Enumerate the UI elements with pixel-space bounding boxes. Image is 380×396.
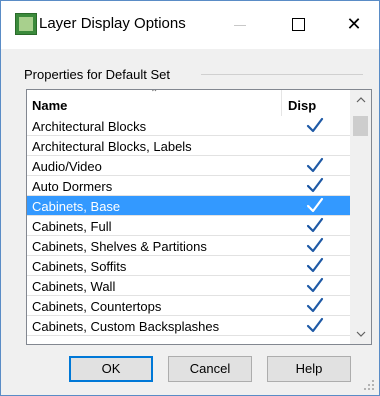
minimize-icon bbox=[234, 25, 246, 26]
scroll-down-icon[interactable] bbox=[350, 324, 371, 344]
list-item[interactable]: Cabinets, Shelves & Partitions bbox=[27, 236, 350, 256]
column-header-disp-label: Disp bbox=[288, 98, 317, 113]
layer-name: Cabinets, Full bbox=[32, 219, 112, 234]
list-item[interactable]: Cabinets, Custom Backsplashes bbox=[27, 316, 350, 336]
column-header-disp[interactable]: Disp bbox=[282, 90, 350, 116]
group-divider bbox=[201, 74, 363, 75]
layer-name: Cabinets, Shelves & Partitions bbox=[32, 239, 207, 254]
layer-name: Architectural Blocks, Labels bbox=[32, 139, 192, 154]
list-rows: Architectural Blocks Architectural Blocks… bbox=[27, 116, 350, 336]
layer-name: Cabinets, Wall bbox=[32, 279, 116, 294]
layer-name: Cabinets, Base bbox=[32, 199, 121, 214]
column-header-name[interactable]: ⌃ Name bbox=[27, 90, 282, 116]
list-item[interactable]: Cabinets, Countertops bbox=[27, 296, 350, 316]
maximize-icon bbox=[292, 18, 305, 31]
checkmark-icon[interactable] bbox=[305, 277, 325, 295]
close-icon: ✕ bbox=[346, 14, 362, 34]
help-button[interactable]: Help bbox=[267, 356, 351, 382]
checkmark-icon[interactable] bbox=[305, 157, 325, 175]
checkmark-icon[interactable] bbox=[305, 197, 325, 215]
list-item[interactable]: Cabinets, Soffits bbox=[27, 256, 350, 276]
column-header-name-label: Name bbox=[32, 98, 68, 113]
layer-name: Cabinets, Custom Backsplashes bbox=[32, 319, 220, 334]
checkmark-icon[interactable] bbox=[305, 317, 325, 335]
checkmark-icon[interactable] bbox=[305, 117, 325, 135]
title-bar[interactable]: Layer Display Options ✕ bbox=[1, 1, 379, 49]
layer-display-options-dialog: Layer Display Options ✕ Properties for D… bbox=[0, 0, 380, 396]
checkmark-icon[interactable] bbox=[305, 237, 325, 255]
minimize-button[interactable] bbox=[217, 7, 263, 41]
list-item[interactable]: Audio/Video bbox=[27, 156, 350, 176]
list-item[interactable]: Cabinets, Base bbox=[27, 196, 350, 216]
chief-architect-app-icon bbox=[15, 13, 37, 35]
layer-list[interactable]: ⌃ Name Disp Architectural Blocks Architec… bbox=[26, 89, 372, 345]
vertical-scrollbar[interactable] bbox=[350, 90, 371, 344]
list-header: ⌃ Name Disp bbox=[27, 90, 350, 116]
layer-name: Audio/Video bbox=[32, 159, 102, 174]
checkmark-icon[interactable] bbox=[305, 297, 325, 315]
resize-grip-icon[interactable] bbox=[363, 379, 375, 391]
list-item[interactable]: Cabinets, Wall bbox=[27, 276, 350, 296]
layer-name: Auto Dormers bbox=[32, 179, 113, 194]
window-title: Layer Display Options bbox=[39, 15, 186, 32]
list-item[interactable]: Auto Dormers bbox=[27, 176, 350, 196]
list-item[interactable]: Cabinets, Full bbox=[27, 216, 350, 236]
cancel-button[interactable]: Cancel bbox=[168, 356, 252, 382]
ok-button[interactable]: OK bbox=[69, 356, 153, 382]
scrollbar-thumb[interactable] bbox=[353, 116, 368, 136]
checkmark-icon[interactable] bbox=[305, 257, 325, 275]
checkmark-icon[interactable] bbox=[305, 177, 325, 195]
scroll-up-icon[interactable] bbox=[350, 90, 371, 110]
list-item[interactable]: Architectural Blocks bbox=[27, 116, 350, 136]
layer-name: Architectural Blocks bbox=[32, 119, 147, 134]
maximize-button[interactable] bbox=[275, 7, 321, 41]
checkmark-icon[interactable] bbox=[305, 217, 325, 235]
layer-name: Cabinets, Countertops bbox=[32, 299, 162, 314]
sort-ascending-icon: ⌃ bbox=[150, 89, 159, 99]
layer-name: Cabinets, Soffits bbox=[32, 259, 127, 274]
group-label: Properties for Default Set bbox=[24, 67, 174, 82]
close-button[interactable]: ✕ bbox=[331, 7, 377, 41]
list-item[interactable]: Architectural Blocks, Labels bbox=[27, 136, 350, 156]
